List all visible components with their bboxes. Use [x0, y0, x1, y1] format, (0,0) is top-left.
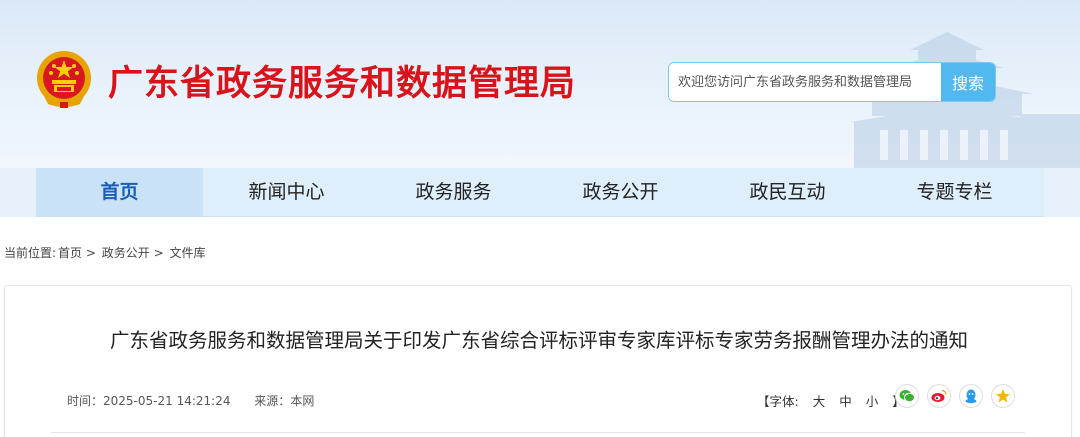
nav-right-edge [1044, 168, 1080, 217]
font-size-control: 【字体: 大 中 小 】 [757, 391, 905, 410]
search-button[interactable]: 搜索 [941, 63, 995, 101]
nav-left-edge [0, 168, 36, 217]
nav-item-news[interactable]: 新闻中心 [203, 168, 370, 217]
font-size-medium-button[interactable]: 中 [839, 394, 852, 409]
breadcrumb-separator: > [149, 246, 168, 260]
nav-item-interaction[interactable]: 政民互动 [704, 168, 871, 217]
share-bar [895, 384, 1015, 408]
font-size-large-button[interactable]: 大 [813, 394, 826, 409]
qzone-icon[interactable] [991, 384, 1015, 408]
breadcrumb-prefix: 当前位置: [4, 246, 57, 260]
main-nav: 首页 新闻中心 政务服务 政务公开 政民互动 专题专栏 [0, 168, 1080, 217]
search-box: 搜索 [668, 62, 996, 102]
nav-item-topics[interactable]: 专题专栏 [871, 168, 1038, 217]
breadcrumb-link-library[interactable]: 文件库 [169, 246, 205, 260]
breadcrumb-link-disclosure[interactable]: 政务公开 [102, 246, 150, 260]
nav-item-home[interactable]: 首页 [36, 168, 203, 217]
time-label: 时间： [67, 394, 104, 408]
breadcrumb: 当前位置: 首页 > 政务公开 > 文件库 [4, 244, 205, 261]
qq-icon[interactable] [959, 384, 983, 408]
font-size-open: 【字体: [757, 394, 799, 409]
wechat-icon[interactable] [895, 384, 919, 408]
search-input[interactable] [669, 63, 941, 101]
font-size-small-button[interactable]: 小 [866, 394, 879, 409]
source-value: 本网 [290, 394, 315, 408]
article-title: 广东省政务服务和数据管理局关于印发广东省综合评标评审专家库评标专家劳务报酬管理办… [109, 329, 968, 352]
meta-divider [51, 432, 1025, 433]
site-header: 广东省政务服务和数据管理局 搜索 [0, 0, 1080, 168]
source-label: 来源： [254, 394, 291, 408]
national-emblem-icon [37, 51, 91, 108]
article-card: 广东省政务服务和数据管理局关于印发广东省综合评标评审专家库评标专家劳务报酬管理办… [4, 285, 1072, 437]
nav-item-services[interactable]: 政务服务 [370, 168, 537, 217]
article-meta: 时间：2025-05-21 14:21:24 来源：本网 [67, 392, 314, 409]
breadcrumb-separator: > [82, 246, 100, 260]
nav-item-disclosure[interactable]: 政务公开 [537, 168, 704, 217]
weibo-icon[interactable] [927, 384, 951, 408]
breadcrumb-link-home[interactable]: 首页 [58, 246, 82, 260]
time-value: 2025-05-21 14:21:24 [103, 394, 231, 408]
site-title[interactable]: 广东省政务服务和数据管理局 [108, 55, 576, 106]
